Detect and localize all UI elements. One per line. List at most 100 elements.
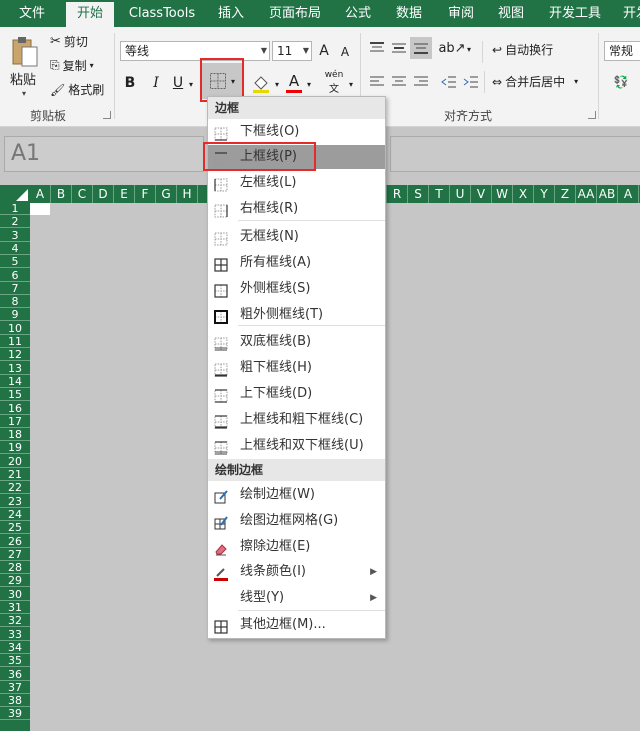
currency-format-icon[interactable]: 💱 bbox=[606, 71, 636, 93]
paste-icon[interactable] bbox=[8, 33, 42, 71]
row-header[interactable]: 32 bbox=[0, 615, 30, 628]
menu-item-draw-border-grid[interactable]: 绘图边框网格(G) bbox=[208, 509, 385, 533]
font-size-select[interactable]: 11 ▼ bbox=[272, 41, 312, 61]
menu-item-thick-bottom-border[interactable]: 粗下框线(H) bbox=[208, 356, 385, 380]
row-header[interactable]: 22 bbox=[0, 482, 30, 495]
column-header[interactable]: B bbox=[51, 185, 72, 203]
row-header[interactable]: 33 bbox=[0, 628, 30, 641]
align-right-icon[interactable] bbox=[412, 73, 430, 91]
menu-item-top-thick-bottom-border[interactable]: 上框线和粗下框线(C) bbox=[208, 408, 385, 432]
row-header[interactable]: 15 bbox=[0, 389, 30, 402]
select-all-button[interactable] bbox=[0, 185, 30, 203]
increase-indent-icon[interactable] bbox=[462, 73, 480, 91]
row-header[interactable]: 23 bbox=[0, 495, 30, 508]
copy-button[interactable]: ⎘ 复制 ▾ bbox=[50, 57, 94, 74]
row-header[interactable]: 16 bbox=[0, 402, 30, 415]
row-header[interactable]: 34 bbox=[0, 641, 30, 654]
tab-file[interactable]: 文件 bbox=[4, 0, 60, 27]
column-header[interactable]: A bbox=[618, 185, 639, 203]
shrink-font-icon[interactable]: A bbox=[338, 43, 352, 61]
orientation-chevron-down-icon[interactable]: ▾ bbox=[464, 41, 474, 57]
fill-color-icon[interactable] bbox=[250, 73, 272, 95]
merge-center-button[interactable]: ⇔ 合并后居中 ▾ bbox=[492, 73, 578, 90]
middle-align-icon[interactable] bbox=[390, 39, 408, 57]
tab-home[interactable]: 开始 bbox=[66, 2, 114, 27]
borders-button[interactable]: ▾ bbox=[202, 63, 242, 99]
row-header[interactable]: 6 bbox=[0, 269, 30, 282]
row-header[interactable]: 39 bbox=[0, 708, 30, 721]
row-header[interactable]: 4 bbox=[0, 242, 30, 255]
row-header[interactable]: 27 bbox=[0, 548, 30, 561]
column-header[interactable]: S bbox=[408, 185, 429, 203]
column-header[interactable]: X bbox=[513, 185, 534, 203]
menu-item-top-border[interactable]: 上框线(P) bbox=[208, 145, 385, 169]
fill-color-chevron-down-icon[interactable]: ▾ bbox=[272, 75, 282, 93]
grow-font-icon[interactable]: A bbox=[316, 41, 332, 61]
row-header[interactable]: 8 bbox=[0, 296, 30, 309]
tab-data[interactable]: 数据 bbox=[388, 0, 430, 27]
align-center-icon[interactable] bbox=[390, 73, 408, 91]
row-header[interactable]: 10 bbox=[0, 322, 30, 335]
font-color-chevron-down-icon[interactable]: ▾ bbox=[304, 75, 314, 93]
menu-item-all-borders[interactable]: 所有框线(A) bbox=[208, 251, 385, 275]
phonetic-chevron-down-icon[interactable]: ▾ bbox=[346, 75, 356, 93]
tab-developer-2[interactable]: 开发 bbox=[616, 0, 640, 27]
column-header[interactable]: A bbox=[30, 185, 51, 203]
row-header[interactable]: 36 bbox=[0, 668, 30, 681]
align-left-icon[interactable] bbox=[368, 73, 386, 91]
column-header[interactable]: Y bbox=[534, 185, 555, 203]
column-header[interactable]: AA bbox=[576, 185, 597, 203]
wrap-text-button[interactable]: ↩ 自动换行 bbox=[492, 41, 553, 58]
menu-item-outside-borders[interactable]: 外侧框线(S) bbox=[208, 277, 385, 301]
tab-review[interactable]: 审阅 bbox=[440, 0, 482, 27]
row-header[interactable]: 12 bbox=[0, 349, 30, 362]
tab-insert[interactable]: 插入 bbox=[210, 0, 252, 27]
row-header[interactable]: 35 bbox=[0, 655, 30, 668]
cut-button[interactable]: ✂ 剪切 bbox=[50, 33, 88, 50]
column-header[interactable]: H bbox=[177, 185, 198, 203]
row-header[interactable]: 38 bbox=[0, 695, 30, 708]
row-header[interactable]: 17 bbox=[0, 415, 30, 428]
decrease-indent-icon[interactable] bbox=[440, 73, 458, 91]
row-header[interactable]: 37 bbox=[0, 681, 30, 694]
formula-bar-input[interactable] bbox=[390, 136, 640, 172]
tab-classtools[interactable]: ClassTools bbox=[122, 0, 202, 27]
underline-chevron-down-icon[interactable]: ▾ bbox=[186, 75, 196, 93]
tab-view[interactable]: 视图 bbox=[490, 0, 532, 27]
phonetic-guide-button[interactable]: wén 文 bbox=[322, 70, 346, 95]
italic-button[interactable]: I bbox=[148, 73, 164, 93]
menu-item-double-bottom-border[interactable]: 双底框线(B) bbox=[208, 330, 385, 354]
row-header[interactable]: 5 bbox=[0, 256, 30, 269]
row-header[interactable]: 13 bbox=[0, 362, 30, 375]
column-header[interactable]: D bbox=[93, 185, 114, 203]
underline-button[interactable]: U bbox=[170, 73, 186, 93]
column-header[interactable]: V bbox=[471, 185, 492, 203]
menu-item-top-bottom-border[interactable]: 上下框线(D) bbox=[208, 382, 385, 406]
top-align-icon[interactable] bbox=[368, 39, 386, 57]
clipboard-launcher-icon[interactable] bbox=[103, 111, 111, 119]
menu-item-more-borders[interactable]: 其他边框(M)... bbox=[208, 613, 385, 637]
menu-item-right-border[interactable]: 右框线(R) bbox=[208, 197, 385, 221]
column-header[interactable]: U bbox=[450, 185, 471, 203]
row-header[interactable]: 30 bbox=[0, 588, 30, 601]
alignment-launcher-icon[interactable] bbox=[588, 111, 596, 119]
number-format-select[interactable]: 常规 bbox=[604, 41, 640, 61]
row-header[interactable]: 29 bbox=[0, 575, 30, 588]
row-header[interactable]: 28 bbox=[0, 562, 30, 575]
row-header[interactable]: 7 bbox=[0, 282, 30, 295]
row-header[interactable]: 25 bbox=[0, 522, 30, 535]
row-header[interactable]: 3 bbox=[0, 229, 30, 242]
menu-item-left-border[interactable]: 左框线(L) bbox=[208, 171, 385, 195]
paste-chevron-down-icon[interactable]: ▾ bbox=[22, 89, 26, 98]
tab-page-layout[interactable]: 页面布局 bbox=[262, 0, 328, 27]
row-header[interactable]: 1 bbox=[0, 203, 30, 215]
bottom-align-icon[interactable] bbox=[410, 37, 432, 59]
column-header[interactable]: AB bbox=[597, 185, 618, 203]
tab-developer[interactable]: 开发工具 bbox=[542, 0, 608, 27]
active-cell[interactable] bbox=[30, 203, 50, 215]
row-header[interactable]: 14 bbox=[0, 375, 30, 388]
row-header[interactable]: 19 bbox=[0, 442, 30, 455]
row-header[interactable]: 11 bbox=[0, 336, 30, 348]
menu-item-top-double-bottom-border[interactable]: 上框线和双下框线(U) bbox=[208, 434, 385, 458]
row-header[interactable]: 21 bbox=[0, 469, 30, 481]
